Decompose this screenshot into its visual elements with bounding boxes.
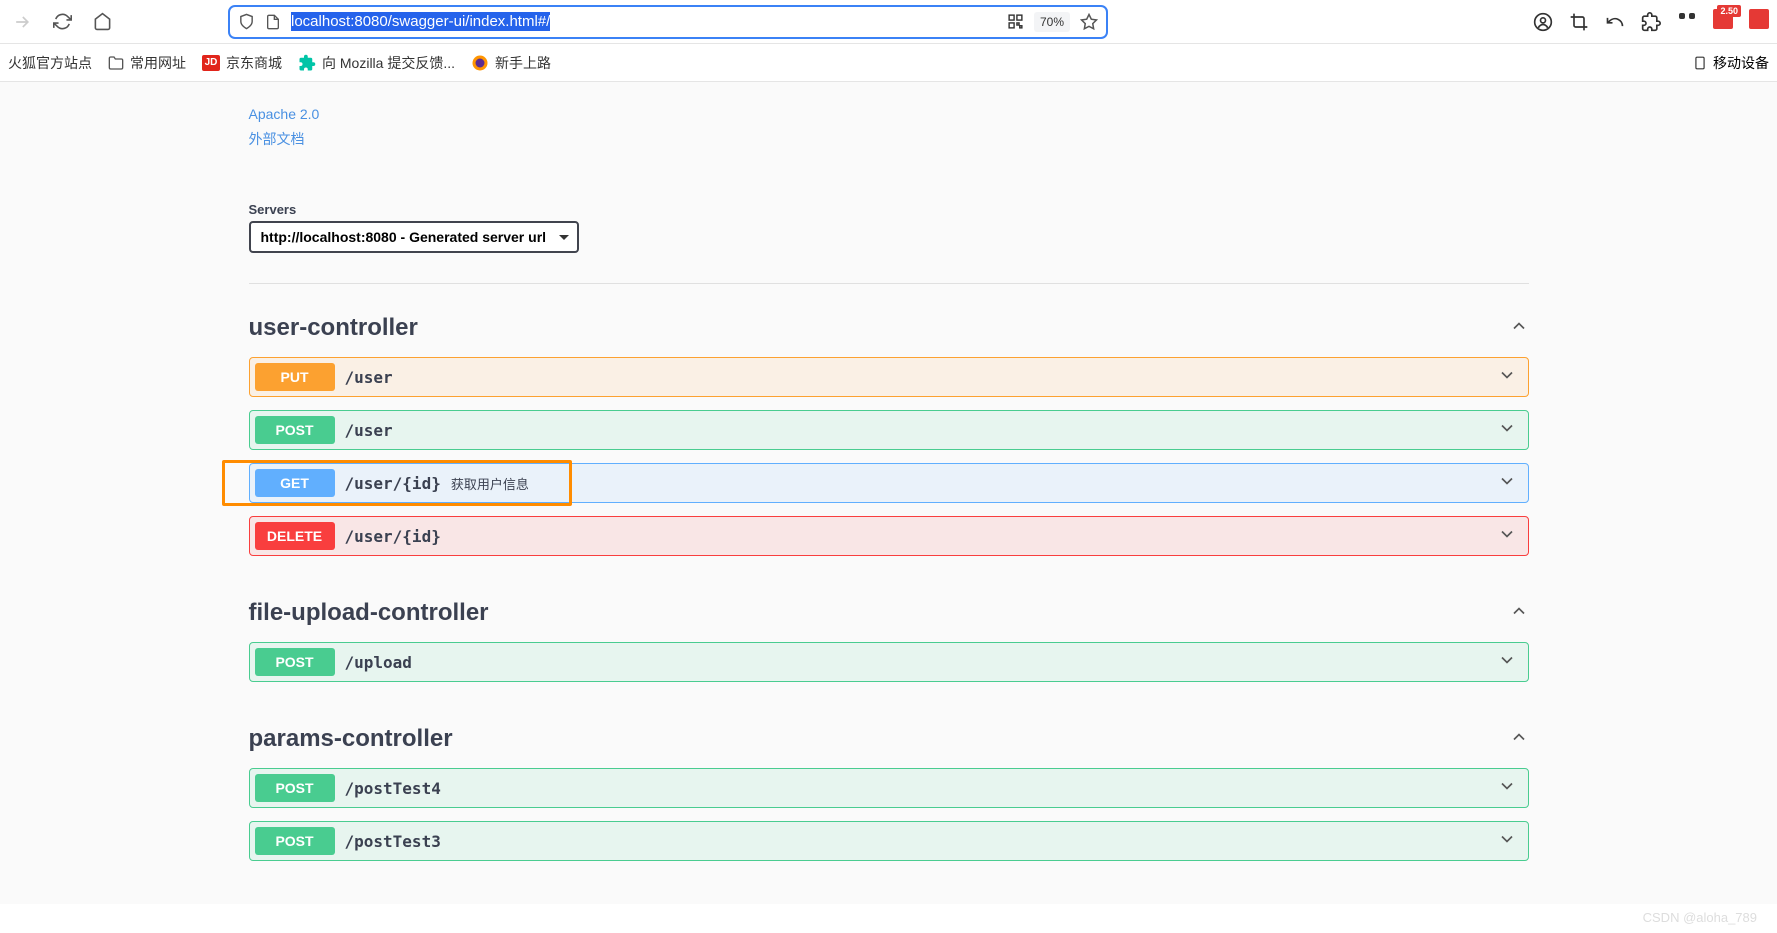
- tag-section-params-controller: params-controllerPOST/postTest4POST/post…: [249, 695, 1529, 861]
- bookmark-mobile[interactable]: 移动设备: [1693, 53, 1769, 73]
- operation-path: /postTest3: [345, 832, 441, 851]
- toolbar-right: 2.50: [1533, 9, 1769, 34]
- tag-name: file-upload-controller: [249, 599, 489, 627]
- method-badge: POST: [255, 774, 335, 802]
- operation-post-0[interactable]: POST/upload: [249, 642, 1529, 682]
- operation-summary: 获取用户信息: [451, 474, 529, 493]
- operation-path: /user: [345, 421, 393, 440]
- operation-path: /user/{id}: [345, 474, 441, 493]
- bookmark-newbie[interactable]: 新手上路: [471, 53, 551, 73]
- chevron-down-icon: [1497, 471, 1517, 496]
- tag-section-file-upload-controller: file-upload-controller POST/upload: [249, 569, 1529, 682]
- operation-path: /upload: [345, 653, 412, 672]
- chevron-down-icon: [1497, 650, 1517, 675]
- bookmark-common[interactable]: 常用网址: [108, 53, 186, 73]
- external-docs-link[interactable]: 外部文档: [249, 127, 1529, 152]
- info-section: Apache 2.0 外部文档: [249, 92, 1529, 182]
- forward-button[interactable]: [8, 8, 36, 36]
- bookmark-star-icon[interactable]: [1080, 13, 1098, 31]
- mobile-icon: [1693, 55, 1707, 71]
- method-badge: GET: [255, 469, 335, 497]
- account-icon[interactable]: [1533, 12, 1553, 32]
- chevron-up-icon: [1509, 727, 1529, 752]
- chevron-down-icon: [1497, 829, 1517, 854]
- operation-put-0[interactable]: PUT/user: [249, 357, 1529, 397]
- license-link[interactable]: Apache 2.0: [249, 102, 1529, 127]
- zoom-level[interactable]: 70%: [1034, 12, 1070, 32]
- ext-icon-2[interactable]: 2.50: [1713, 9, 1733, 34]
- chevron-up-icon: [1509, 316, 1529, 341]
- operation-delete-3[interactable]: DELETE/user/{id}: [249, 516, 1529, 556]
- operation-path: /user/{id}: [345, 527, 441, 546]
- folder-icon: [108, 55, 124, 71]
- ext-icon-3[interactable]: [1749, 9, 1769, 34]
- operation-post-0[interactable]: POST/postTest4: [249, 768, 1529, 808]
- chevron-down-icon: [1497, 776, 1517, 801]
- puzzle-icon: [298, 54, 316, 72]
- extensions-icon[interactable]: [1641, 12, 1661, 32]
- home-button[interactable]: [88, 8, 116, 36]
- method-badge: POST: [255, 827, 335, 855]
- bookmark-mozilla[interactable]: 向 Mozilla 提交反馈...: [298, 53, 455, 73]
- page-icon: [265, 14, 281, 30]
- watermark: CSDN @aloha_789: [1643, 910, 1757, 925]
- operation-get-2[interactable]: GET/user/{id} 获取用户信息: [249, 463, 1529, 503]
- chevron-up-icon: [1509, 601, 1529, 626]
- server-select[interactable]: http://localhost:8080 - Generated server…: [249, 221, 579, 253]
- operation-path: /postTest4: [345, 779, 441, 798]
- bookmarks-bar: 火狐官方站点 常用网址 JD 京东商城 向 Mozilla 提交反馈... 新手…: [0, 44, 1777, 82]
- chevron-down-icon: [1497, 524, 1517, 549]
- tag-name: user-controller: [249, 314, 418, 342]
- chevron-down-icon: [1497, 418, 1517, 443]
- tag-header[interactable]: file-upload-controller: [249, 589, 1529, 642]
- servers-label: Servers: [249, 202, 1529, 217]
- reload-button[interactable]: [48, 8, 76, 36]
- bookmark-official[interactable]: 火狐官方站点: [8, 53, 92, 73]
- chevron-down-icon: [1497, 365, 1517, 390]
- url-text: localhost:8080/swagger-ui/index.html#/: [291, 13, 997, 30]
- tag-header[interactable]: user-controller: [249, 304, 1529, 357]
- servers-section: Servers http://localhost:8080 - Generate…: [249, 182, 1529, 284]
- address-bar[interactable]: localhost:8080/swagger-ui/index.html#/ 7…: [228, 5, 1108, 39]
- jd-icon: JD: [202, 55, 220, 71]
- method-badge: POST: [255, 416, 335, 444]
- browser-toolbar: localhost:8080/swagger-ui/index.html#/ 7…: [0, 0, 1777, 44]
- ext-icon-1[interactable]: [1677, 9, 1697, 34]
- method-badge: DELETE: [255, 522, 335, 550]
- tag-header[interactable]: params-controller: [249, 715, 1529, 768]
- firefox-icon: [471, 54, 489, 72]
- qr-icon[interactable]: [1007, 13, 1024, 30]
- operation-path: /user: [345, 368, 393, 387]
- operation-post-1[interactable]: POST/user: [249, 410, 1529, 450]
- undo-icon[interactable]: [1605, 12, 1625, 32]
- operation-post-1[interactable]: POST/postTest3: [249, 821, 1529, 861]
- method-badge: POST: [255, 648, 335, 676]
- crop-icon[interactable]: [1569, 12, 1589, 32]
- bookmark-jd[interactable]: JD 京东商城: [202, 53, 282, 73]
- tag-name: params-controller: [249, 725, 453, 753]
- method-badge: PUT: [255, 363, 335, 391]
- shield-icon: [238, 13, 255, 30]
- tag-section-user-controller: user-controllerPUT/userPOST/userGET/user…: [249, 284, 1529, 556]
- swagger-content: Apache 2.0 外部文档 Servers http://localhost…: [249, 82, 1529, 904]
